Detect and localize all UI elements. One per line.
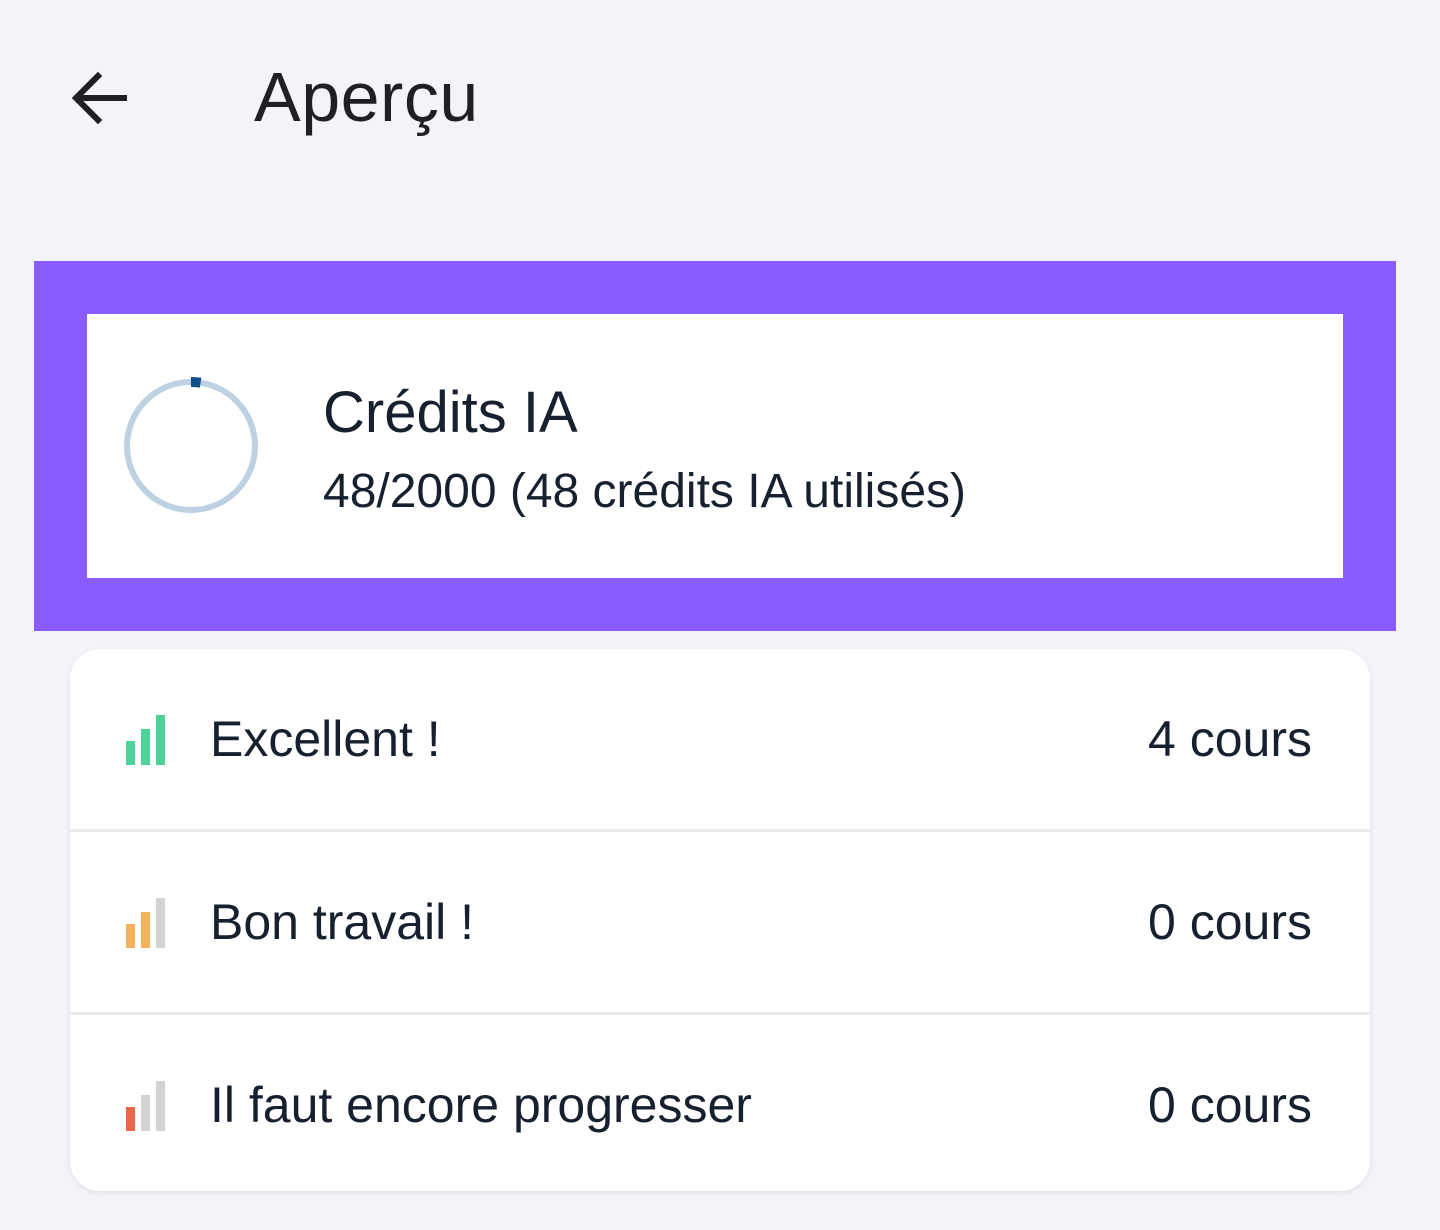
stat-row-good-work[interactable]: Bon travail ! 0 cours [70, 832, 1370, 1012]
signal-bar-active [141, 912, 150, 948]
signal-bar-active [126, 741, 135, 765]
signal-bars-low-icon [126, 1081, 165, 1131]
app-header: Aperçu [0, 0, 1440, 200]
signal-bar-inactive [156, 898, 165, 948]
stat-row-excellent[interactable]: Excellent ! 4 cours [70, 649, 1370, 829]
stat-value: 0 cours [1148, 894, 1312, 950]
signal-bar-active [126, 1107, 135, 1131]
stat-label: Bon travail ! [210, 894, 475, 950]
page-title: Aperçu [254, 58, 479, 136]
stat-label: Excellent ! [210, 711, 441, 767]
highlight-frame: Crédits IA 48/2000 (48 crédits IA utilis… [34, 261, 1396, 631]
credits-ring-track [124, 379, 258, 513]
signal-bar-active [156, 715, 165, 765]
stat-value: 4 cours [1148, 711, 1312, 767]
credits-title: Crédits IA [323, 380, 578, 445]
signal-bar-active [141, 729, 150, 765]
signal-bar-active [126, 924, 135, 948]
ai-credits-card[interactable]: Crédits IA 48/2000 (48 crédits IA utilis… [87, 314, 1343, 578]
signal-bar-inactive [156, 1081, 165, 1131]
back-button[interactable] [58, 56, 142, 140]
signal-bars-high-icon [126, 715, 165, 765]
course-stats-card: Excellent ! 4 cours Bon travail ! 0 cour… [70, 649, 1370, 1191]
stat-label: Il faut encore progresser [210, 1077, 752, 1133]
credits-progress-ring [122, 377, 260, 515]
stat-row-needs-progress[interactable]: Il faut encore progresser 0 cours [70, 1015, 1370, 1191]
stat-value: 0 cours [1148, 1077, 1312, 1133]
signal-bars-medium-icon [126, 898, 165, 948]
signal-bar-inactive [141, 1095, 150, 1131]
arrow-left-icon [71, 71, 127, 125]
credits-detail: 48/2000 (48 crédits IA utilisés) [323, 465, 967, 518]
